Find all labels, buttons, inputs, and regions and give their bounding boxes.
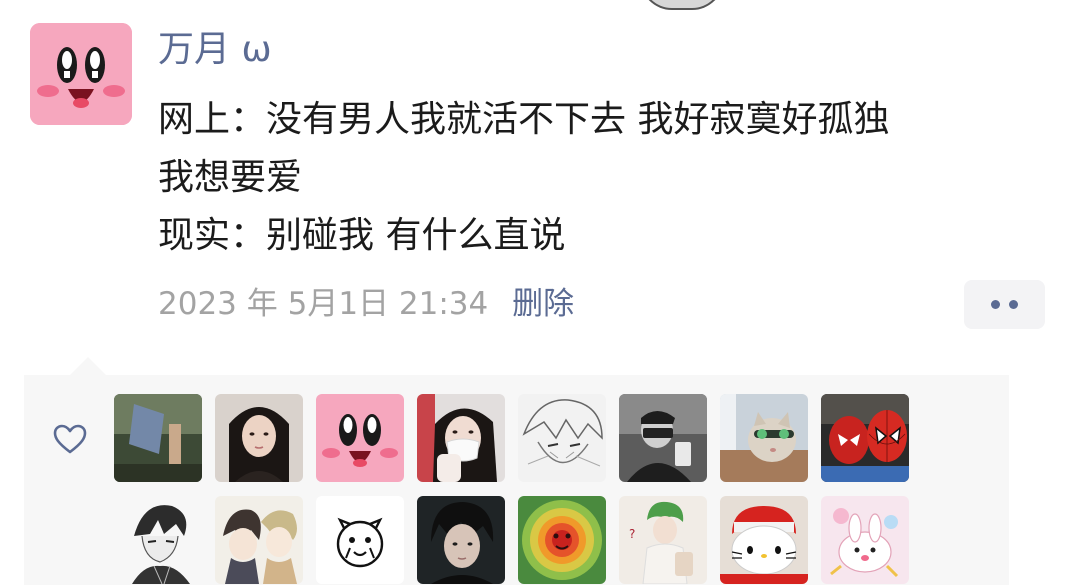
liker-avatar-2[interactable]	[215, 394, 303, 482]
liker-avatar-12[interactable]	[417, 496, 505, 584]
delete-link[interactable]: 删除	[512, 286, 574, 322]
post-text-line: 现实：别碰我 有什么直说	[158, 215, 566, 256]
post-text-line: 网上：没有男人我就活不下去 我好寂寞好孤独	[158, 99, 890, 140]
top-avatar-peek	[640, 0, 724, 10]
photo-avatar-icon: ?	[619, 496, 707, 584]
panel-caret	[70, 357, 106, 375]
liker-avatar-3[interactable]	[316, 394, 404, 482]
liker-avatar-15[interactable]	[720, 496, 808, 584]
post-text: 网上：没有男人我就活不下去 我好寂寞好孤独 我想要爱 现实：别碰我 有什么直说	[158, 91, 1058, 265]
liker-avatar-grid: ?	[114, 394, 934, 584]
more-dot-icon	[991, 300, 1000, 309]
liker-avatar-6[interactable]	[619, 394, 707, 482]
photo-avatar-icon	[417, 394, 505, 482]
liker-avatar-11[interactable]	[316, 496, 404, 584]
anime-sketch-avatar-icon	[114, 496, 202, 584]
post-author-avatar[interactable]	[30, 23, 132, 125]
more-options-button[interactable]	[964, 280, 1045, 329]
cartoon-avatar-icon	[821, 496, 909, 584]
photo-avatar-icon	[417, 496, 505, 584]
doodle-avatar-icon	[316, 496, 404, 584]
photo-avatar-icon	[619, 394, 707, 482]
post-author-name[interactable]: 万月 ω	[158, 26, 272, 74]
hello-kitty-avatar-icon	[720, 496, 808, 584]
liker-avatar-10[interactable]	[215, 496, 303, 584]
more-dot-icon	[1009, 300, 1018, 309]
kirby-avatar-icon	[316, 394, 404, 482]
liker-avatar-8[interactable]	[821, 394, 909, 482]
spiderman-avatar-icon	[821, 394, 909, 482]
photo-avatar-icon	[215, 394, 303, 482]
post-meta: 2023 年 5月1日 21:34 删除	[158, 280, 574, 328]
svg-text:?: ?	[629, 527, 635, 541]
sketch-avatar-icon	[518, 394, 606, 482]
liker-avatar-9[interactable]	[114, 496, 202, 584]
liker-avatar-7[interactable]	[720, 394, 808, 482]
liker-avatar-14[interactable]: ?	[619, 496, 707, 584]
cat-photo-avatar-icon	[720, 394, 808, 482]
liker-avatar-4[interactable]	[417, 394, 505, 482]
liker-avatar-1[interactable]	[114, 394, 202, 482]
kirby-avatar-icon	[30, 23, 132, 125]
post-timestamp: 2023 年 5月1日 21:34	[158, 286, 489, 322]
post-text-line: 我想要爱	[158, 157, 303, 198]
heart-outline-icon	[53, 424, 87, 454]
psychedelic-avatar-icon	[518, 496, 606, 584]
liker-avatar-5[interactable]	[518, 394, 606, 482]
anime-avatar-icon	[215, 496, 303, 584]
liker-avatar-16[interactable]	[821, 496, 909, 584]
likes-panel: ?	[24, 357, 1009, 585]
photo-avatar-icon	[114, 394, 202, 482]
liker-avatar-13[interactable]	[518, 496, 606, 584]
